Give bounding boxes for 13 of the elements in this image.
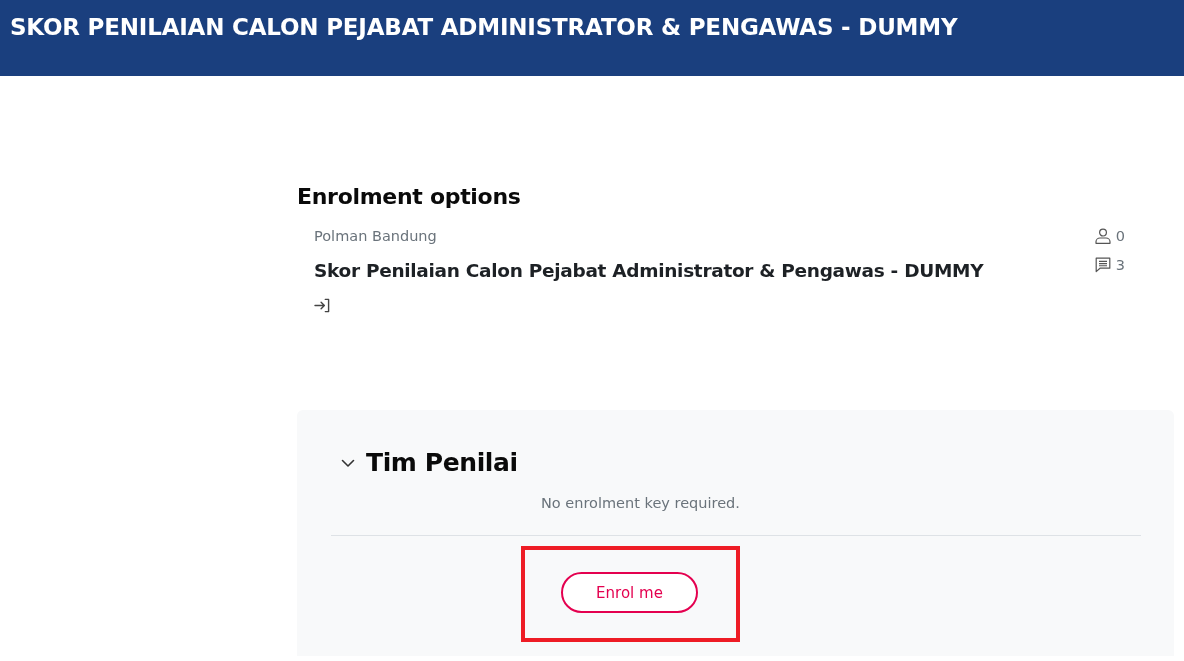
person-icon	[1094, 228, 1111, 244]
chevron-down-icon[interactable]	[341, 458, 355, 468]
enrol-button[interactable]: Enrol me	[561, 572, 698, 613]
course-name[interactable]: Skor Penilaian Calon Pejabat Administrator & Pengawas - DUMMY	[314, 259, 984, 283]
course-category: Polman Bandung	[314, 227, 437, 246]
method-message: No enrolment key required.	[541, 494, 740, 513]
method-title[interactable]: Tim Penilai	[366, 446, 518, 480]
participant-count: 0	[1115, 227, 1125, 246]
page-title: SKOR PENILAIAN CALON PEJABAT ADMINISTRATOR & PENGAWAS - DUMMY	[10, 13, 958, 42]
section-heading: Enrolment options	[297, 183, 521, 211]
comment-icon	[1094, 257, 1111, 273]
login-arrow-icon	[314, 298, 331, 313]
comment-count: 3	[1115, 256, 1125, 275]
